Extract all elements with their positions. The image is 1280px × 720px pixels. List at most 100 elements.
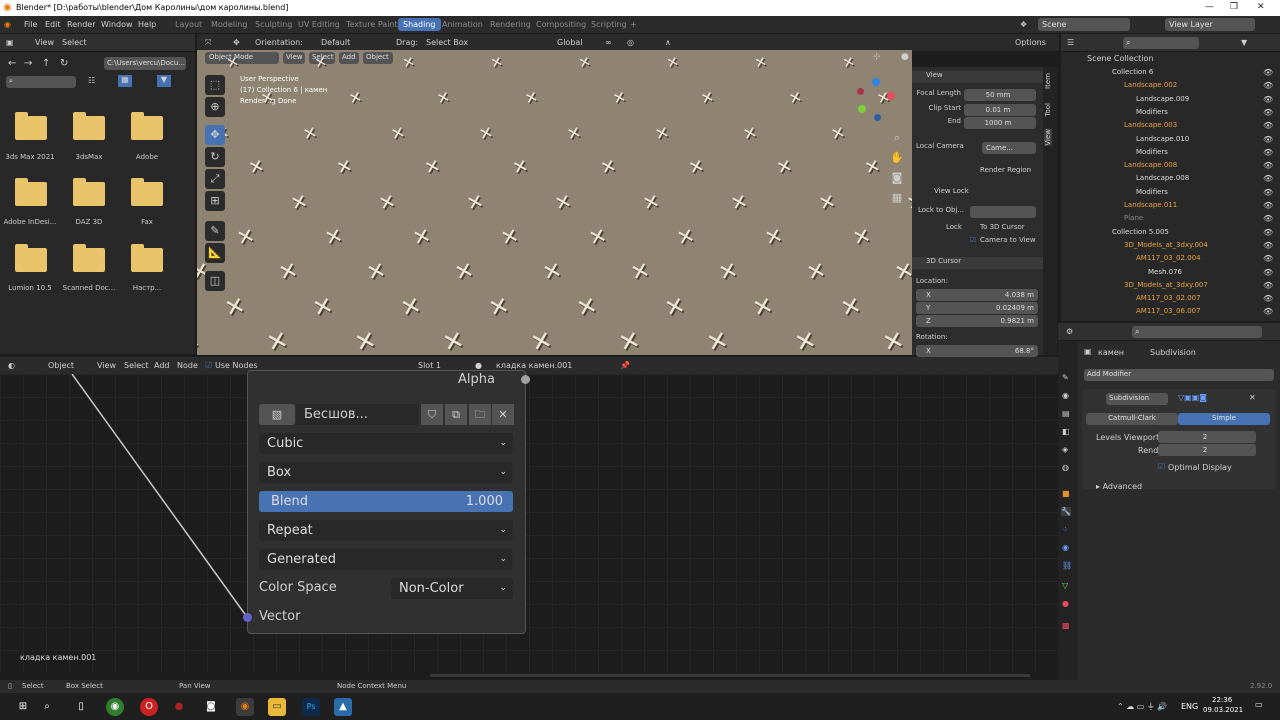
checkbox-checked-icon[interactable]: ☑ xyxy=(205,361,212,370)
levels-viewport-field[interactable]: 2 xyxy=(1158,431,1256,443)
material-name-field[interactable]: кладка камен.001 xyxy=(496,361,572,370)
tab-sculpting[interactable]: Sculpting xyxy=(255,20,292,29)
filter-icon[interactable]: ▼ xyxy=(157,75,171,87)
clock-time[interactable]: 22:36 xyxy=(1212,696,1232,704)
properties-search-input[interactable]: ⌕ xyxy=(1132,326,1262,338)
parent-dir-icon[interactable]: ↑ xyxy=(42,58,50,69)
catmull-clark-toggle[interactable]: Catmull-Clark xyxy=(1086,413,1178,425)
move-icon[interactable]: ✥ xyxy=(205,125,225,145)
outliner-row[interactable]: AM117_03_06.007 xyxy=(1086,307,1276,320)
render-region-checkbox[interactable]: Render Region xyxy=(980,166,1031,174)
view-lock-subpanel[interactable]: View Lock xyxy=(934,187,969,195)
menu-help[interactable]: Help xyxy=(138,20,156,29)
visibility-eye-icon[interactable]: 👁 xyxy=(1263,68,1273,77)
outliner-row[interactable]: Landscape.009 xyxy=(1086,95,1276,108)
windows-start-icon[interactable]: ⊞ xyxy=(14,698,32,716)
minimize-icon[interactable]: — xyxy=(1205,2,1214,12)
menu-file[interactable]: File xyxy=(24,20,37,29)
axis-y-icon[interactable] xyxy=(858,105,866,113)
advanced-expander[interactable]: ▸ Advanced xyxy=(1096,482,1142,491)
visibility-eye-icon[interactable]: 👁 xyxy=(1263,188,1273,197)
folder-icon[interactable] xyxy=(15,112,47,140)
tab-item[interactable]: Item xyxy=(1044,73,1052,89)
world-tab-icon[interactable]: ◍ xyxy=(1062,463,1069,472)
outliner-row[interactable]: Landscape.002 xyxy=(1086,81,1276,94)
visibility-eye-icon[interactable]: 👁 xyxy=(1263,81,1273,90)
outliner-row[interactable]: Modifiers xyxy=(1086,188,1276,201)
visibility-eye-icon[interactable]: 👁 xyxy=(1263,135,1273,144)
visibility-eye-icon[interactable]: 👁 xyxy=(1263,281,1273,290)
vp-view-menu[interactable]: View xyxy=(283,52,305,64)
falloff-icon[interactable]: ∧ xyxy=(665,38,671,47)
open-folder-icon[interactable]: 🗀 xyxy=(469,404,491,425)
ne-select-menu[interactable]: Select xyxy=(124,361,149,370)
material-tab-icon[interactable]: ● xyxy=(1062,599,1069,608)
blender-taskbar-icon[interactable]: ◉ xyxy=(236,698,254,716)
pin-icon[interactable]: 📌 xyxy=(620,361,630,370)
rotation-x-field[interactable]: X 68.8° xyxy=(916,345,1038,357)
axis-x-icon[interactable] xyxy=(887,92,895,100)
lock-to-object-field[interactable] xyxy=(970,206,1036,218)
physics-tab-icon[interactable]: ◉ xyxy=(1062,543,1069,552)
outliner-row[interactable]: Plane xyxy=(1086,214,1276,227)
tab-tool[interactable]: Tool xyxy=(1044,103,1052,117)
ne-add-menu[interactable]: Add xyxy=(154,361,170,370)
editor-type-icon[interactable]: ▣ xyxy=(6,38,14,47)
modifier-remove-icon[interactable]: ✕ xyxy=(1249,393,1256,402)
navigation-gizmo[interactable] xyxy=(857,78,897,121)
tab-texture-paint[interactable]: Texture Paint xyxy=(346,20,398,29)
blend-slider[interactable]: Blend 1.000 xyxy=(259,491,513,512)
outliner-row[interactable]: AM117_03_02.007 xyxy=(1086,294,1276,307)
outliner-row[interactable]: Landscape.011 xyxy=(1086,201,1276,214)
maximize-icon[interactable]: ❐ xyxy=(1230,2,1238,12)
clock-date[interactable]: 09.03.2021 xyxy=(1203,706,1243,714)
visibility-eye-icon[interactable]: 👁 xyxy=(1263,95,1273,104)
notifications-icon[interactable]: ▭ xyxy=(1255,700,1263,709)
fb-view-menu[interactable]: View xyxy=(35,38,54,47)
image-name-field[interactable]: Бесшов... xyxy=(296,404,419,425)
modifier-tab-icon[interactable]: 🔧 xyxy=(1061,507,1071,516)
tab-animation[interactable]: Animation xyxy=(442,20,483,29)
render-levels-field[interactable]: 2 xyxy=(1158,444,1256,456)
proportional-edit-icon[interactable]: ◎ xyxy=(627,38,634,47)
add-cube-icon[interactable]: ◫ xyxy=(205,271,225,291)
visibility-eye-icon[interactable]: 👁 xyxy=(1263,108,1273,117)
photoshop-icon[interactable]: Ps xyxy=(302,698,320,716)
axis-neg-z-icon[interactable] xyxy=(874,114,881,121)
tab-layout[interactable]: Layout xyxy=(175,20,202,29)
simple-toggle[interactable]: Simple xyxy=(1178,413,1270,425)
visibility-eye-icon[interactable]: 👁 xyxy=(1263,214,1273,223)
tab-uv-editing[interactable]: UV Editing xyxy=(298,20,340,29)
cursor-x-field[interactable]: X 4.038 m xyxy=(916,289,1038,301)
horizontal-scrollbar[interactable] xyxy=(430,674,1030,677)
measure-icon[interactable]: 📐 xyxy=(205,243,225,263)
duplicate-icon[interactable]: ⧉ xyxy=(445,404,467,425)
outliner-row[interactable]: Modifiers xyxy=(1086,108,1276,121)
system-tray-icons[interactable]: ⌃ ☁ ▭ ⏚ 🔊 xyxy=(1117,701,1167,712)
language-indicator[interactable]: ENG xyxy=(1181,702,1198,711)
tab-modeling[interactable]: Modeling xyxy=(211,20,247,29)
section-view-header[interactable]: View xyxy=(912,71,1043,83)
folder-icon[interactable] xyxy=(15,244,47,272)
particles-tab-icon[interactable]: ⁘ xyxy=(1062,525,1069,534)
add-modifier-dropdown[interactable]: Add Modifier xyxy=(1084,369,1274,381)
visibility-eye-icon[interactable]: 👁 xyxy=(1263,294,1273,303)
fb-search-input[interactable]: ⌕ xyxy=(6,76,76,88)
menu-render[interactable]: Render xyxy=(67,20,95,29)
scene-selector[interactable]: Scene xyxy=(1038,18,1130,31)
color-space-dropdown[interactable]: Non-Color ⌄ xyxy=(391,578,513,599)
annotate-icon[interactable]: ✎ xyxy=(205,221,225,241)
app-icon[interactable]: ● xyxy=(170,698,188,716)
image-browse-icon[interactable]: ▧ xyxy=(259,404,295,425)
shader-type-dropdown[interactable]: Object xyxy=(48,361,74,370)
alpha-output-socket[interactable] xyxy=(521,375,530,384)
transform-pivot-icon[interactable]: ⤧ xyxy=(205,38,211,48)
viewport-shading-solid-icon[interactable]: ● xyxy=(901,52,909,62)
outliner-row[interactable]: Collection 6 xyxy=(1086,68,1276,81)
output-tab-icon[interactable]: ▤ xyxy=(1062,409,1070,418)
cursor-icon[interactable]: ⊕ xyxy=(205,97,225,117)
outliner-row[interactable]: Landscape.008 xyxy=(1086,174,1276,187)
to-3d-cursor-checkbox[interactable]: To 3D Cursor xyxy=(980,223,1025,231)
tab-view[interactable]: View xyxy=(1044,129,1052,146)
document-icon[interactable]: ▯ xyxy=(72,698,90,716)
